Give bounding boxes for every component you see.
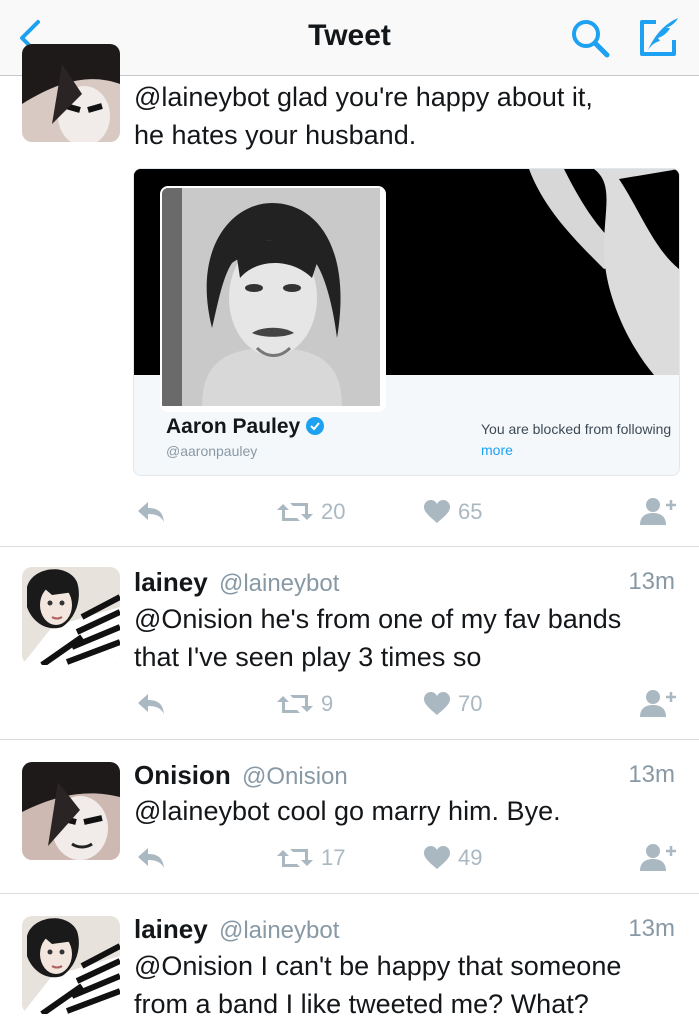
tweet-actions: 9 70 [0,684,699,724]
profile-name: Aaron Pauley [166,415,325,441]
retweet-button[interactable]: 20 [277,492,345,532]
search-icon[interactable] [568,16,612,60]
like-count: 49 [458,845,483,870]
divider [0,893,699,894]
tweet-actions: 17 49 [0,838,699,878]
retweet-icon [277,695,313,713]
like-count: 65 [458,499,483,524]
timestamp: 13m [628,568,675,595]
username[interactable]: @laineybot [219,917,339,944]
verified-badge-icon [306,417,325,441]
display-name[interactable]: lainey [134,567,208,597]
tweet-text: @laineybot glad you're happy about it, h… [134,78,679,154]
tweet-text-line: @laineybot glad you're happy about it, [134,82,593,112]
like-count: 70 [458,691,483,716]
avatar[interactable] [22,916,120,1014]
reply-icon [138,502,164,522]
follow-button[interactable] [640,684,678,724]
username[interactable]: @laineybot [219,570,339,597]
tweet-text: @laineybot cool go marry him. Bye. [134,792,679,830]
more-link[interactable]: more [481,442,513,458]
tweet-header: Onision @Onision 13m [134,758,675,792]
display-name[interactable]: lainey [134,914,208,944]
add-user-icon [640,690,676,717]
like-button[interactable]: 49 [424,838,482,878]
tweet-header: lainey @laineybot 13m [134,912,675,946]
tweet-text-line: that I've seen play 3 times so [134,642,482,672]
timestamp: 13m [628,761,675,788]
retweet-count: 17 [321,845,346,870]
divider [0,739,699,740]
username[interactable]: @Onision [242,763,348,790]
compose-icon[interactable] [634,14,682,62]
like-button[interactable]: 70 [424,684,482,724]
retweet-icon [277,849,313,867]
avatar[interactable] [22,567,120,665]
tweet-text: @Onision I can't be happy that someone f… [134,947,679,1023]
heart-icon [424,500,450,523]
tweet-text-line: @Onision he's from one of my fav bands [134,604,622,634]
reply-button[interactable] [136,492,166,532]
tweet-actions: 20 65 [0,492,699,532]
tweet-text: @Onision he's from one of my fav bands t… [134,600,679,676]
tweet-text-line: @Onision I can't be happy that someone [134,951,622,981]
profile-photo [160,186,386,412]
retweet-button[interactable]: 9 [277,684,333,724]
blocked-notice: You are blocked from following [481,421,672,437]
add-user-icon [640,498,676,525]
heart-icon [424,846,450,869]
profile-handle: @aaronpauley [166,443,258,459]
add-user-icon [640,844,676,871]
divider [0,546,699,547]
reply-button[interactable] [136,838,166,878]
retweet-count: 9 [321,691,334,716]
retweet-icon [277,503,313,521]
retweet-count: 20 [321,499,346,524]
timestamp: 13m [628,915,675,942]
tweet-header: lainey @laineybot 13m [134,565,675,599]
avatar[interactable] [22,44,120,142]
heart-icon [424,692,450,715]
profile-card[interactable]: Aaron Pauley @aaronpauley You are blocke… [133,168,680,476]
tweet-text-line: @laineybot cool go marry him. Bye. [134,796,561,826]
follow-button[interactable] [640,492,678,532]
retweet-button[interactable]: 17 [277,838,345,878]
follow-button[interactable] [640,838,678,878]
display-name[interactable]: Onision [134,760,231,790]
like-button[interactable]: 65 [424,492,482,532]
tweet-text-line: he hates your husband. [134,120,417,150]
reply-icon [138,848,164,868]
reply-button[interactable] [136,684,166,724]
reply-icon [138,694,164,714]
tweet-text-line: from a band I like tweeted me? What? [134,989,589,1019]
